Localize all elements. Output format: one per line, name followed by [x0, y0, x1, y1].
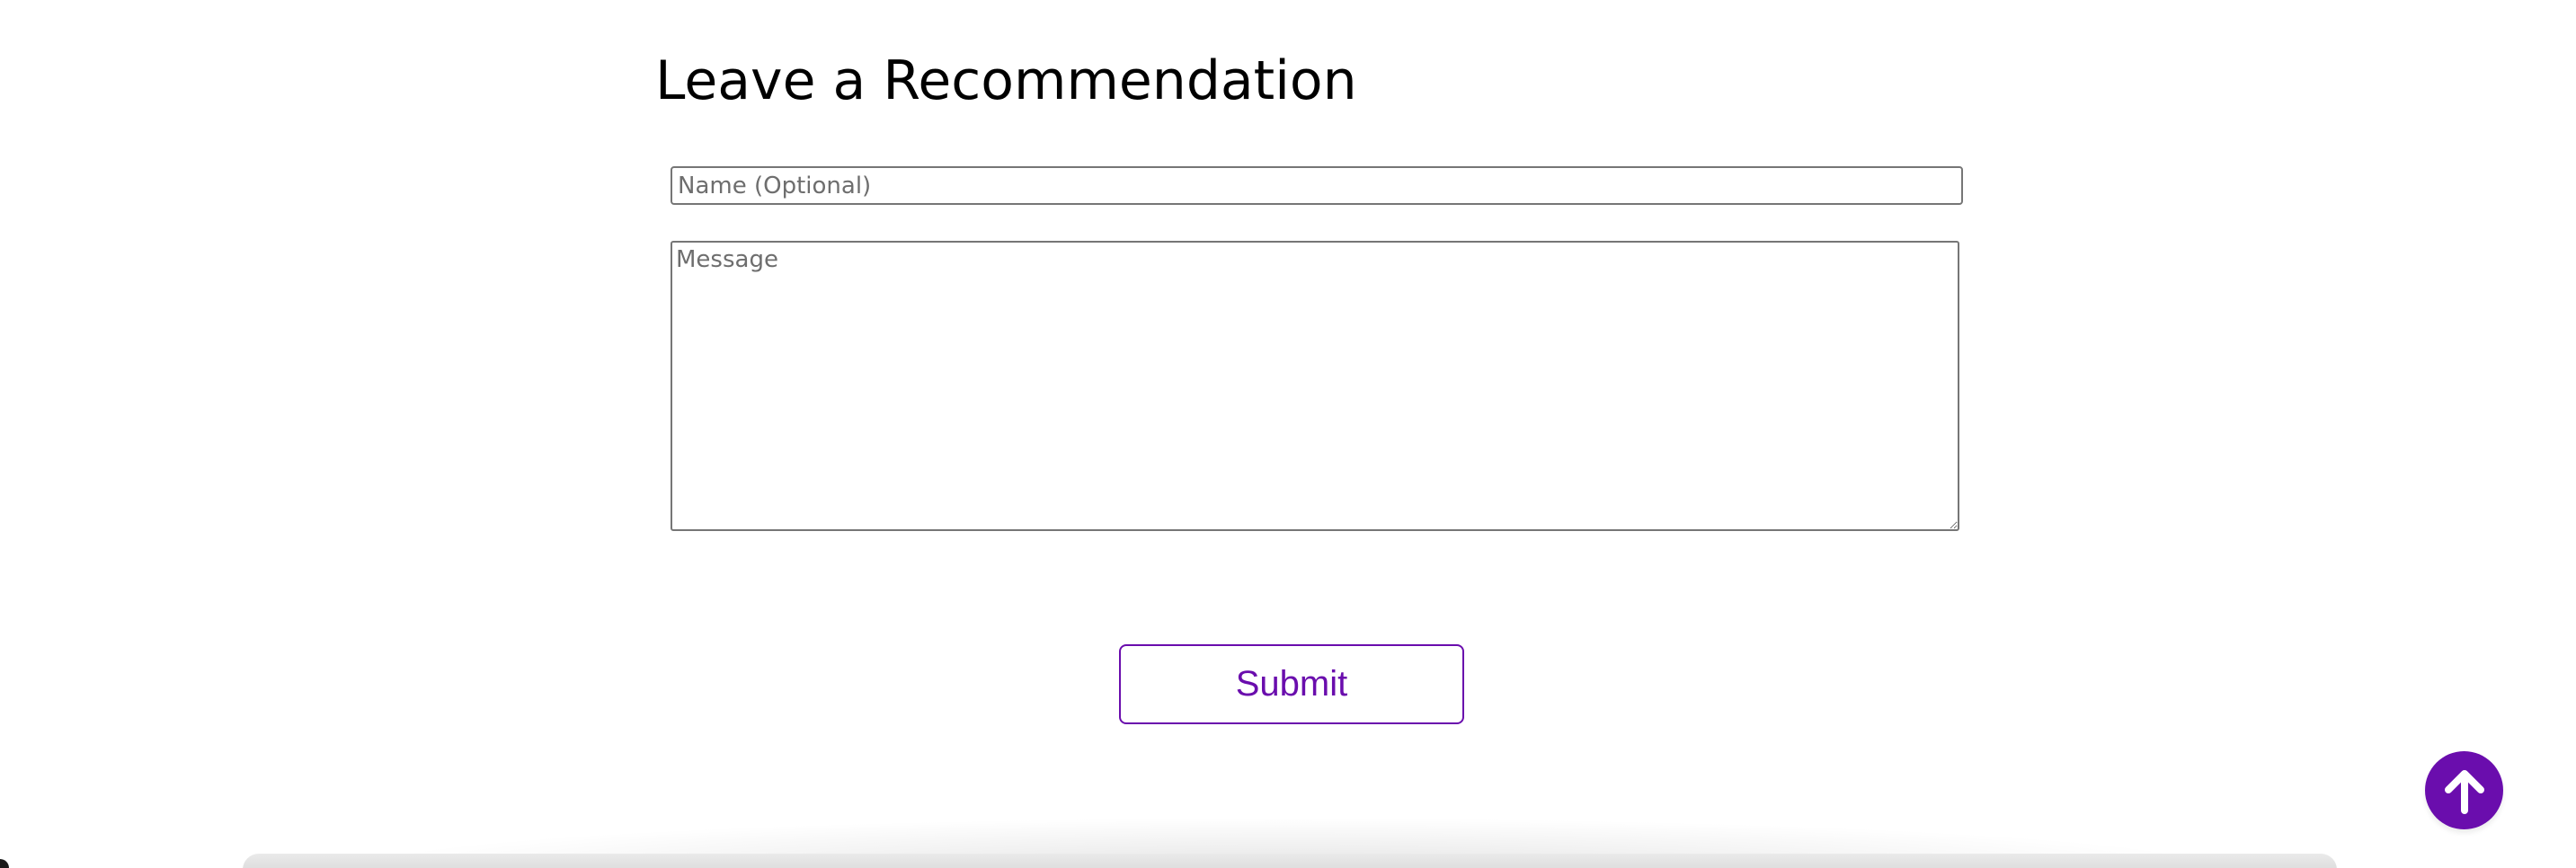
arrow-up-icon: [2441, 766, 2488, 816]
footer-shadow: [0, 791, 2576, 868]
scroll-to-top-button[interactable]: [2425, 751, 2503, 829]
page-title: Leave a Recommendation: [655, 49, 1357, 112]
footer-edge: [243, 854, 2337, 868]
page: Leave a Recommendation Submit: [0, 0, 2576, 868]
window-corner: [0, 859, 9, 868]
name-input[interactable]: [671, 166, 1963, 205]
message-textarea[interactable]: [671, 241, 1959, 531]
submit-button[interactable]: Submit: [1119, 644, 1464, 724]
